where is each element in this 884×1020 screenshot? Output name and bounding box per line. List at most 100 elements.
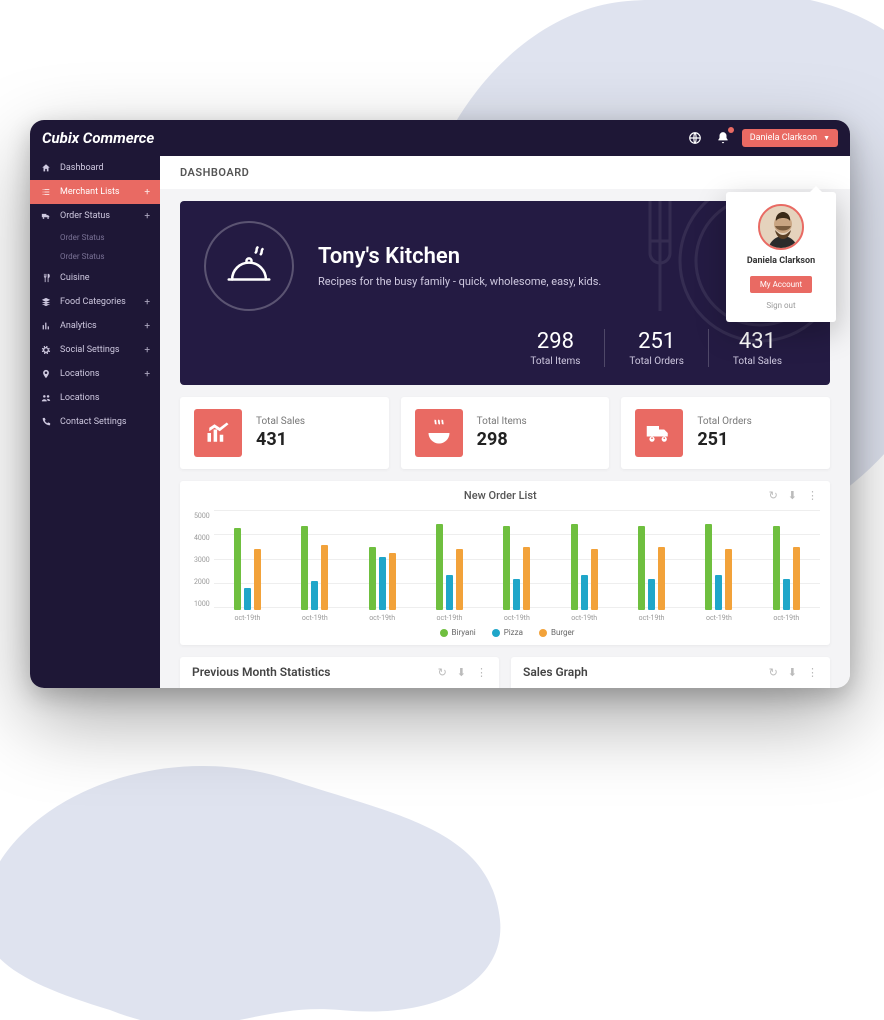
- bar: [523, 547, 530, 610]
- refresh-icon[interactable]: ↻: [438, 666, 447, 679]
- sidebar-subitem[interactable]: Order Status: [30, 247, 160, 266]
- sidebar-item-order-status[interactable]: Order Status+: [30, 204, 160, 228]
- bar: [456, 549, 463, 610]
- bar: [234, 528, 241, 610]
- bar: [244, 588, 251, 610]
- refresh-icon[interactable]: ↻: [769, 666, 778, 679]
- bar: [571, 524, 578, 610]
- sidebar-item-label: Locations: [60, 369, 99, 379]
- sidebar-subitem[interactable]: Order Status: [30, 228, 160, 247]
- sidebar-item-locations[interactable]: Locations +: [30, 362, 160, 386]
- x-tick: oct-19th: [571, 614, 597, 622]
- bar: [783, 579, 790, 610]
- panel-title: New Order List: [232, 489, 769, 502]
- bowl-icon: [415, 409, 463, 457]
- sidebar-item-social-settings[interactable]: Social Settings +: [30, 338, 160, 362]
- tile-label: Total Sales: [256, 416, 305, 427]
- sign-out-link[interactable]: Sign out: [734, 301, 828, 310]
- bar-group: oct-19th: [483, 510, 550, 622]
- y-tick: 4000: [194, 534, 210, 542]
- bar: [369, 547, 376, 610]
- gear-icon: [40, 344, 52, 356]
- tile-value: 431: [256, 429, 305, 450]
- legend-burger: Burger: [551, 628, 574, 637]
- bar-group: oct-19th: [281, 510, 348, 622]
- sidebar-item-contact-settings[interactable]: Contact Settings: [30, 410, 160, 434]
- x-tick: oct-19th: [773, 614, 799, 622]
- sidebar-item-label: Food Categories: [60, 297, 126, 307]
- cloche-icon: [204, 221, 294, 311]
- bar: [446, 575, 453, 610]
- bell-icon[interactable]: [714, 129, 732, 147]
- user-popover: Daniela Clarkson My Account Sign out: [726, 192, 836, 322]
- bar: [513, 579, 520, 610]
- user-menu-button[interactable]: Daniela Clarkson ▼: [742, 129, 838, 147]
- panel-title: Sales Graph: [523, 665, 769, 679]
- download-icon[interactable]: ⬇: [788, 666, 797, 679]
- sidebar-item-label: Analytics: [60, 321, 97, 331]
- chevron-down-icon: ▼: [823, 134, 830, 142]
- expand-icon: +: [144, 345, 150, 356]
- more-icon[interactable]: ⋮: [476, 666, 487, 679]
- hero-title: Tony's Kitchen: [318, 244, 601, 269]
- refresh-icon[interactable]: ↻: [769, 489, 778, 502]
- stat-label: Total Sales: [733, 356, 782, 367]
- bar: [591, 549, 598, 610]
- bar: [773, 526, 780, 610]
- bar: [436, 524, 443, 610]
- bar: [581, 575, 588, 610]
- x-tick: oct-19th: [234, 614, 260, 622]
- sidebar-item-label: Social Settings: [60, 345, 120, 355]
- bar-group: oct-19th: [416, 510, 483, 622]
- new-order-list-panel: New Order List ↻ ⬇ ⋮ 5000400030002000100…: [180, 481, 830, 645]
- globe-icon[interactable]: [686, 129, 704, 147]
- stat-tile: Total Sales 431: [180, 397, 389, 469]
- notification-dot: [728, 127, 734, 133]
- sidebar-item-merchant-lists[interactable]: Merchant Lists+: [30, 180, 160, 204]
- expand-icon: +: [144, 369, 150, 380]
- sidebar-item-dashboard[interactable]: Dashboard: [30, 156, 160, 180]
- bar-group: oct-19th: [685, 510, 752, 622]
- sidebar-item-label: Cuisine: [60, 273, 90, 283]
- download-icon[interactable]: ⬇: [457, 666, 466, 679]
- stat-value: 298: [530, 329, 580, 354]
- delivery-truck-icon: [635, 409, 683, 457]
- chart-legend: Biryani Pizza Burger: [194, 628, 820, 637]
- stat-label: Total Orders: [629, 356, 683, 367]
- bar: [379, 557, 386, 610]
- sidebar-item-food-categories[interactable]: Food Categories+: [30, 290, 160, 314]
- more-icon[interactable]: ⋮: [807, 666, 818, 679]
- content: Daniela Clarkson My Account Sign out DAS…: [160, 156, 850, 688]
- sales-graph-panel: Sales Graph ↻ ⬇ ⋮ 6: [511, 657, 830, 688]
- sidebar-item-cuisine[interactable]: Cuisine: [30, 266, 160, 290]
- bar: [254, 549, 261, 610]
- stat-tile: Total Items298: [401, 397, 610, 469]
- bar: [725, 549, 732, 610]
- sidebar: DashboardMerchant Lists+Order Status+Ord…: [30, 156, 160, 688]
- x-tick: oct-19th: [302, 614, 328, 622]
- hero-stat: 431 Total Sales: [708, 329, 806, 367]
- bar-group: oct-19th: [618, 510, 685, 622]
- home-icon: [40, 162, 52, 174]
- bar-group: oct-19th: [753, 510, 820, 622]
- chart-icon: [40, 320, 52, 332]
- my-account-button[interactable]: My Account: [750, 276, 812, 293]
- sidebar-item-label: Locations: [60, 393, 99, 403]
- more-icon[interactable]: ⋮: [807, 489, 818, 502]
- bar: [301, 526, 308, 610]
- sidebar-item-analytics[interactable]: Analytics +: [30, 314, 160, 338]
- sidebar-item-locations-2[interactable]: Locations: [30, 386, 160, 410]
- bar-group: oct-19th: [551, 510, 618, 622]
- stat-value: 431: [733, 329, 782, 354]
- y-tick: 5000: [194, 512, 210, 520]
- expand-icon: +: [144, 211, 150, 222]
- bar: [503, 526, 510, 610]
- pin-icon: [40, 368, 52, 380]
- expand-icon: +: [144, 187, 150, 198]
- sales-chart-icon: [194, 409, 242, 457]
- truck-icon: [40, 210, 52, 222]
- bar: [638, 526, 645, 610]
- download-icon[interactable]: ⬇: [788, 489, 797, 502]
- expand-icon: +: [144, 321, 150, 332]
- legend-pizza: Pizza: [504, 628, 523, 637]
